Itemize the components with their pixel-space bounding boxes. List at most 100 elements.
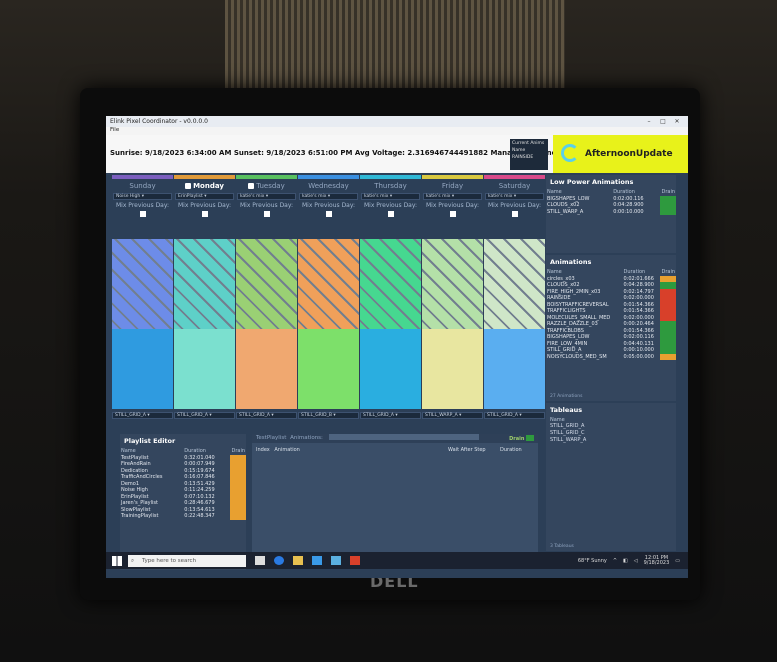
mix-previous-label: Mix Previous Day: xyxy=(116,202,169,209)
edge-browser-icon[interactable] xyxy=(274,556,284,565)
col-wait: Wait After Step xyxy=(448,447,486,453)
mix-previous-label: Mix Previous Day: xyxy=(178,202,231,209)
day-playlist-select[interactable]: ErinPlaylist ▾ xyxy=(175,193,234,200)
menu-file[interactable]: File xyxy=(106,127,688,135)
status-header: Sunrise: 9/18/2023 6:34:00 AM Sunset: 9/… xyxy=(106,135,688,173)
tableaus-count: 3 Tableaus xyxy=(550,544,574,549)
mix-previous-checkbox[interactable] xyxy=(263,211,270,217)
mix-previous-checkbox[interactable] xyxy=(201,211,208,217)
day-name[interactable]: Friday xyxy=(422,179,483,193)
day-name[interactable]: Saturday xyxy=(484,179,545,193)
header-cell: Drain xyxy=(661,269,675,275)
day-name[interactable]: Thursday xyxy=(360,179,421,193)
day-tableau-select[interactable]: STILL_GRID_A ▾ xyxy=(484,412,545,419)
minimize-icon[interactable]: – xyxy=(642,118,656,125)
weather-widget[interactable]: 68°F Sunny xyxy=(578,558,607,564)
list-item[interactable]: STILL_WARP_A xyxy=(546,437,676,444)
windows-start-icon[interactable] xyxy=(112,555,122,566)
day-tableau-select[interactable]: STILL_GRID_A ▾ xyxy=(236,412,297,419)
day-name-text: Monday xyxy=(193,182,224,190)
day-preview-bottom xyxy=(360,329,421,409)
notifications-icon[interactable]: ▭ xyxy=(675,558,680,564)
mail-icon[interactable] xyxy=(331,556,341,565)
day-tableau-value: STILL_GRID_A xyxy=(239,413,270,418)
day-tableau-select[interactable]: STILL_WARP_A ▾ xyxy=(422,412,483,419)
low-power-table: Name Duration Drain BIGSHAPES_LOW 0:02:00.11… xyxy=(546,189,676,215)
close-icon[interactable]: ✕ xyxy=(670,118,684,125)
current-anims-label: Current Anims xyxy=(512,141,545,146)
playlist-detail-panel: TestPlaylist Animations: Drain Index Ani… xyxy=(252,434,538,552)
mix-previous-checkbox[interactable] xyxy=(387,211,394,217)
day-tableau-select[interactable]: STILL_GRID_A ▾ xyxy=(112,412,173,419)
drain-swatch xyxy=(526,435,534,441)
store-icon[interactable] xyxy=(312,556,322,565)
playlist-detail-bar: TestPlaylist Animations: Drain xyxy=(252,434,538,443)
day-playlist-select[interactable]: katie's mix ▾ xyxy=(361,193,420,200)
file-explorer-icon[interactable] xyxy=(293,556,303,565)
task-view-icon[interactable] xyxy=(255,556,265,565)
table-row[interactable]: NOISYCLOUDS_MED_SM 0:05:00.000 xyxy=(546,353,676,360)
day-playlist-value: katie's mix xyxy=(240,194,265,199)
tableaus-title: Tableaus xyxy=(550,406,583,414)
system-tray: 68°F Sunny ^ ◧ ◁ 12:01 PM 9/18/2023 ▭ xyxy=(578,555,688,566)
mix-previous-checkbox[interactable] xyxy=(449,211,456,217)
day-tableau-value: STILL_GRID_A xyxy=(487,413,518,418)
day-playlist-select[interactable]: katie's mix ▾ xyxy=(299,193,358,200)
lock-icon xyxy=(248,183,255,189)
table-row[interactable]: STILL_WARP_A 0:00:10.000 xyxy=(546,208,676,215)
list-item[interactable]: STILL_GRID_C xyxy=(546,430,676,437)
current-anims-box: Current Anims Name RAINSIDE xyxy=(510,139,548,170)
list-item[interactable]: STILL_GRID_A xyxy=(546,423,676,430)
playlist-table: Name Duration Drain TestPlaylist 0:32:01.040… xyxy=(120,448,246,520)
day-tableau-value: STILL_GRID_B xyxy=(301,413,332,418)
table-row[interactable]: TrainingPlaylist 0:22:48.347 xyxy=(120,513,246,520)
day-playlist-select[interactable]: Noise High ▾ xyxy=(113,193,172,200)
lock-icon xyxy=(185,183,192,189)
day-tableau-select[interactable]: STILL_GRID_A ▾ xyxy=(174,412,235,419)
day-preview-top xyxy=(236,239,297,329)
mix-previous-label: Mix Previous Day: xyxy=(302,202,355,209)
chevron-up-icon[interactable]: ^ xyxy=(613,558,617,564)
mix-previous-label: Mix Previous Day: xyxy=(426,202,479,209)
animations-table: Name Duration Drain circles_x03 0:02:01.666 C… xyxy=(546,269,676,360)
day-tableau-select[interactable]: STILL_GRID_B ▾ xyxy=(298,412,359,419)
day-preview-top xyxy=(112,239,173,329)
drain-swatch xyxy=(660,208,676,215)
day-name[interactable]: Monday xyxy=(174,179,235,193)
day-name[interactable]: Tuesday xyxy=(236,179,297,193)
low-power-title: Low Power Animations xyxy=(550,178,634,186)
mix-previous-checkbox[interactable] xyxy=(139,211,146,217)
day-column-2: Tuesday katie's mix ▾ Mix Previous Day: STI… xyxy=(236,175,297,423)
day-name[interactable]: Wednesday xyxy=(298,179,359,193)
clock[interactable]: 12:01 PM 9/18/2023 xyxy=(643,555,670,566)
drain-swatch xyxy=(660,353,676,360)
mix-previous-label: Mix Previous Day: xyxy=(240,202,293,209)
app-icon[interactable] xyxy=(350,556,360,565)
tableaus-panel: Tableaus Name STILL_GRID_A STILL_GRID_C ST… xyxy=(546,403,676,551)
playlist-columns: Index Animation Wait After Step Duration xyxy=(252,443,538,457)
day-column-5: Friday katie's mix ▾ Mix Previous Day: STIL… xyxy=(422,175,483,423)
server-rack xyxy=(225,0,565,92)
animations-dropdown[interactable] xyxy=(328,434,479,440)
day-name-text: Wednesday xyxy=(308,182,349,190)
day-playlist-select[interactable]: katie's mix ▾ xyxy=(237,193,296,200)
network-icon[interactable]: ◧ xyxy=(623,558,628,564)
header-cell: Drain xyxy=(661,189,675,195)
refresh-icon xyxy=(561,144,579,162)
day-playlist-select[interactable]: katie's mix ▾ xyxy=(485,193,544,200)
maximize-icon[interactable]: □ xyxy=(656,118,670,125)
row-duration: 0:05:00.000 xyxy=(623,353,654,360)
day-playlist-select[interactable]: katie's mix ▾ xyxy=(423,193,482,200)
window-titlebar: Elink Pixel Coordinator - v0.0.0.0 – □ ✕ xyxy=(106,116,688,127)
animations-title: Animations xyxy=(550,258,592,266)
volume-icon[interactable]: ◁ xyxy=(634,558,638,564)
drain-swatch xyxy=(230,513,246,520)
day-name[interactable]: Sunday xyxy=(112,179,173,193)
mix-previous-checkbox[interactable] xyxy=(511,211,518,217)
day-tableau-select[interactable]: STILL_GRID_A ▾ xyxy=(360,412,421,419)
day-column-1: Monday ErinPlaylist ▾ Mix Previous Day: STI… xyxy=(174,175,235,423)
clock-date: 9/18/2023 xyxy=(643,559,670,566)
mix-previous-checkbox[interactable] xyxy=(325,211,332,217)
day-column-0: Sunday Noise High ▾ Mix Previous Day: STILL… xyxy=(112,175,173,423)
taskbar-search[interactable]: ⌕ Type here to search xyxy=(128,554,246,567)
